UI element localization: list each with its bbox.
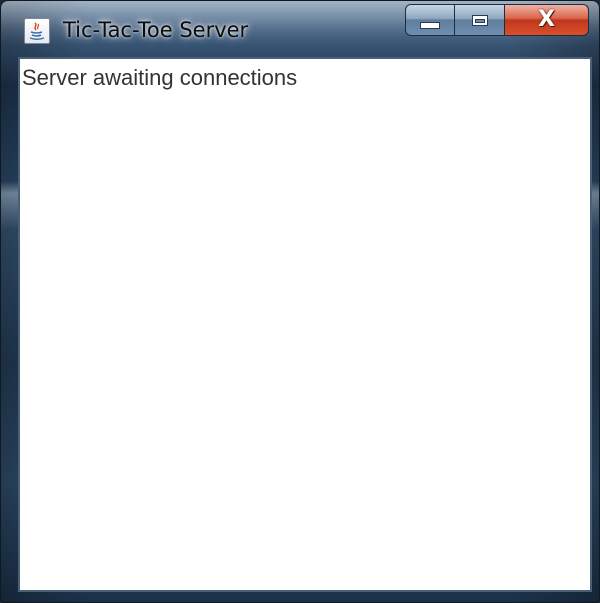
log-text-area[interactable]: Server awaiting connections <box>18 57 592 592</box>
minimize-button[interactable] <box>405 4 455 36</box>
minimize-icon <box>420 21 440 29</box>
status-message: Server awaiting connections <box>22 65 298 90</box>
title-bar[interactable]: Tic-Tac-Toe Server X <box>1 1 599 55</box>
maximize-icon <box>471 14 488 26</box>
java-icon[interactable] <box>24 18 50 44</box>
close-button[interactable]: X <box>505 4 589 36</box>
window-controls: X <box>405 4 589 40</box>
app-window: Tic-Tac-Toe Server X Server awaiting con… <box>0 0 600 603</box>
window-title: Tic-Tac-Toe Server <box>63 18 249 42</box>
close-icon: X <box>538 7 555 32</box>
maximize-button[interactable] <box>455 4 505 36</box>
